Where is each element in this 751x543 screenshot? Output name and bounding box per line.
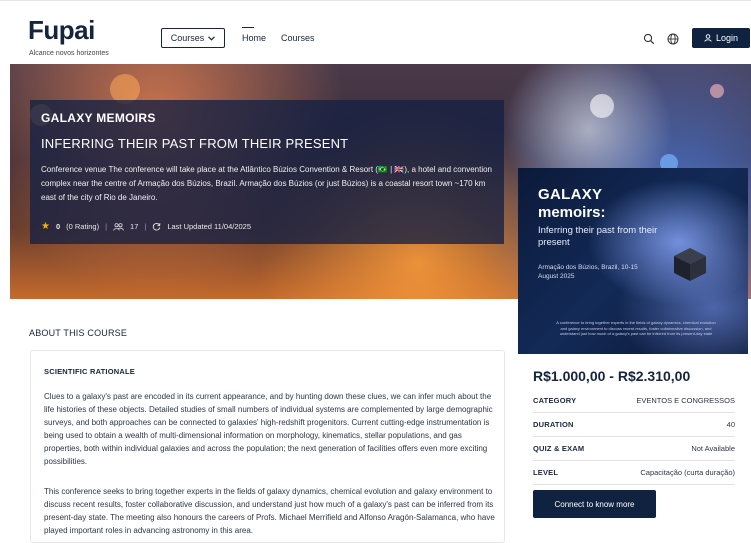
users-icon — [113, 222, 124, 231]
meta-divider: | — [105, 222, 108, 231]
meta-divider: | — [144, 222, 147, 231]
connect-button[interactable]: Connect to know more — [533, 490, 656, 518]
course-subtitle: INFERRING THEIR PAST FROM THEIR PRESENT — [41, 136, 349, 151]
site-tagline: Alcance novos horizontes — [29, 50, 109, 57]
info-value: Not Available — [691, 444, 735, 453]
poster-footer: A conference to bring together experts i… — [556, 320, 716, 336]
last-updated: Last Updated 11/04/2025 — [167, 222, 252, 231]
courses-dropdown-button[interactable]: Courses — [161, 28, 225, 48]
about-box: SCIENTIFIC RATIONALE Clues to a galaxy's… — [30, 350, 505, 543]
poster-line-1: GALAXY — [538, 186, 603, 203]
nav-courses-link[interactable]: Courses — [281, 33, 315, 43]
globe-icon[interactable] — [667, 33, 679, 45]
rating-value: 0 — [55, 222, 61, 231]
hero-bokeh — [710, 84, 724, 98]
info-label: QUIZ & EXAM — [533, 444, 585, 453]
price-range: R$1.000,00 - R$2.310,00 — [533, 368, 691, 384]
nav-home-link[interactable]: Home — [242, 33, 266, 43]
rationale-paragraph-1: Clues to a galaxy's past are encoded in … — [44, 392, 493, 466]
rationale-title: SCIENTIFIC RATIONALE — [44, 367, 135, 376]
hero-info-card: GALAXY MEMOIRS INFERRING THEIR PAST FROM… — [30, 100, 504, 244]
poster-line-3: Inferring their past from their present — [538, 225, 658, 248]
courses-dropdown-label: Courses — [170, 33, 205, 43]
info-row-duration: DURATION 40 — [533, 413, 735, 437]
refresh-icon — [153, 222, 161, 231]
students-count: 17 — [130, 222, 139, 231]
site-logo[interactable]: Fupai — [28, 15, 95, 46]
search-icon[interactable] — [643, 33, 655, 45]
about-heading: ABOUT THIS COURSE — [29, 328, 128, 338]
course-title: GALAXY MEMOIRS — [41, 111, 156, 125]
course-meta: ★ 0 (0 Rating) | 17 | Last Updated 11/04… — [41, 221, 251, 232]
hero-bokeh — [590, 94, 614, 118]
rating-label: (0 Rating) — [66, 222, 100, 231]
info-label: LEVEL — [533, 468, 559, 477]
chevron-down-icon — [208, 35, 216, 41]
course-poster: GALAXY memoirs: Inferring their past fro… — [518, 168, 748, 354]
info-value: EVENTOS E CONGRESSOS — [636, 396, 735, 405]
login-button[interactable]: Login — [692, 28, 750, 48]
active-nav-indicator — [242, 27, 254, 28]
star-icon: ★ — [41, 221, 50, 232]
info-value: Capacitação (curta duração) — [640, 468, 735, 477]
user-icon — [704, 34, 712, 42]
site-header: Fupai Alcance novos horizontes Courses H… — [0, 0, 751, 64]
login-label: Login — [715, 33, 739, 43]
poster-line-2: memoirs: — [538, 204, 606, 221]
info-label: DURATION — [533, 420, 574, 429]
info-label: CATEGORY — [533, 396, 577, 405]
info-row-quiz: QUIZ & EXAM Not Available — [533, 437, 735, 461]
info-value: 40 — [726, 420, 735, 429]
cube-icon — [674, 248, 706, 281]
info-row-level: LEVEL Capacitação (curta duração) — [533, 461, 735, 485]
info-row-category: CATEGORY EVENTOS E CONGRESSOS — [533, 389, 735, 413]
rationale-paragraph-2: This conference seeks to bring together … — [44, 487, 495, 535]
course-description: Conference venue The conference will tak… — [41, 165, 492, 202]
poster-location: Armação dos Búzios, Brazil, 10-15 August… — [538, 264, 638, 280]
